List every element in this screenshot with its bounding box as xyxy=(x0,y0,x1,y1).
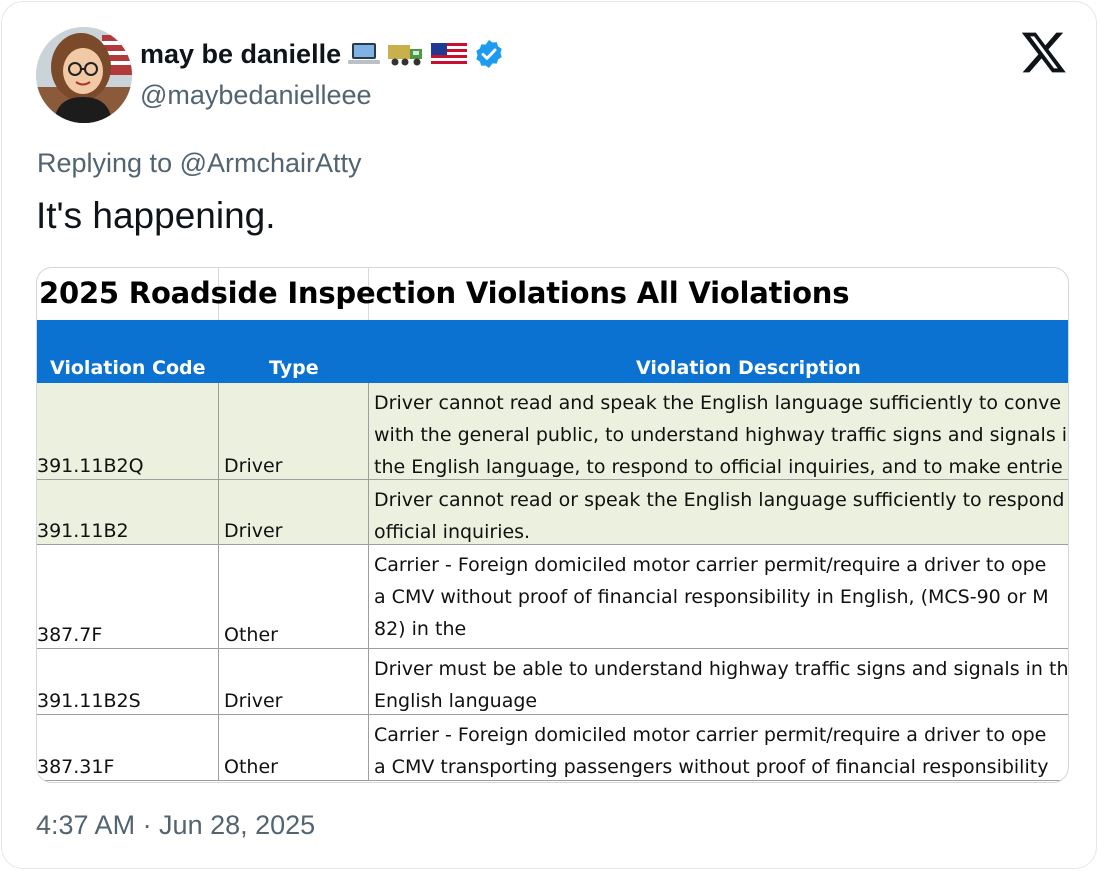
description-line: English language xyxy=(374,690,538,712)
sheet-title: 2025 Roadside Inspection Violations All … xyxy=(39,276,850,310)
display-name[interactable]: may be danielle xyxy=(140,39,341,70)
violation-type: Driver xyxy=(224,520,283,542)
violation-description: Driver cannot read and speak the English… xyxy=(374,387,1068,483)
column-header-type: Type xyxy=(269,357,319,379)
laptop-emoji-icon xyxy=(347,41,381,67)
violation-description: Driver must be able to understand highwa… xyxy=(374,653,1069,717)
description-line: with the general public, to understand h… xyxy=(374,424,1068,446)
violation-type: Other xyxy=(224,756,278,778)
us-flag-emoji-icon xyxy=(431,41,468,67)
column-header-code: Violation Code xyxy=(50,357,206,379)
tweet-text: It's happening. xyxy=(36,195,276,236)
table-header: Violation Code Type Violation Descriptio… xyxy=(37,320,1068,383)
attached-image[interactable]: 2025 Roadside Inspection Violations All … xyxy=(36,267,1069,783)
description-line: Driver must be able to understand highwa… xyxy=(374,658,1069,680)
table-row: 391.11B2Q Driver Driver cannot read and … xyxy=(37,383,1068,483)
violation-type: Driver xyxy=(224,455,283,477)
description-line: Carrier - Foreign domiciled motor carrie… xyxy=(374,554,1047,576)
description-line: Carrier - Foreign domiciled motor carrie… xyxy=(374,724,1047,746)
tweet-timestamp[interactable]: 4:37 AM · Jun 28, 2025 xyxy=(36,810,315,841)
violation-code: 391.11B2Q xyxy=(37,455,144,477)
violation-type: Driver xyxy=(224,690,283,712)
table-row: 391.11B2S Driver Driver must be able to … xyxy=(37,649,1069,717)
table-row: 387.31F Other Carrier - Foreign domicile… xyxy=(37,715,1068,782)
description-line: 82) in the xyxy=(374,618,467,640)
display-name-row: may be danielle xyxy=(140,35,505,73)
violation-code: 387.7F xyxy=(37,624,103,646)
column-header-description: Violation Description xyxy=(636,357,861,379)
violation-code: 387.31F xyxy=(37,756,115,778)
replying-to[interactable]: Replying to @ArmchairAtty xyxy=(37,148,362,179)
violation-description: Driver cannot read or speak the English … xyxy=(374,484,1068,548)
table-row: 387.7F Other Carrier - Foreign domiciled… xyxy=(37,545,1068,649)
verified-badge-icon[interactable] xyxy=(473,38,505,70)
description-line: the English language, to respond to offi… xyxy=(374,456,1063,478)
description-line: Driver cannot read or speak the English … xyxy=(374,489,1065,511)
description-line: a CMV transporting passengers without pr… xyxy=(374,756,1049,778)
table-row: 391.11B2 Driver Driver cannot read or sp… xyxy=(37,480,1068,548)
violation-description: Carrier - Foreign domiciled motor carrie… xyxy=(374,549,1068,645)
description-line: official inquiries. xyxy=(374,521,531,543)
truck-emoji-icon xyxy=(387,41,425,67)
user-handle[interactable]: @maybedanielleee xyxy=(140,80,372,111)
avatar[interactable] xyxy=(36,27,132,123)
x-logo-icon[interactable] xyxy=(1020,28,1068,76)
violation-code: 391.11B2 xyxy=(37,520,129,542)
violation-code: 391.11B2S xyxy=(37,690,141,712)
description-line: a CMV without proof of financial respons… xyxy=(374,586,1049,608)
tweet-card: may be danielle @maybedanielleee Replyin… xyxy=(1,1,1097,869)
description-line: Driver cannot read and speak the English… xyxy=(374,392,1062,414)
violation-description: Carrier - Foreign domiciled motor carrie… xyxy=(374,719,1068,782)
violation-type: Other xyxy=(224,624,278,646)
